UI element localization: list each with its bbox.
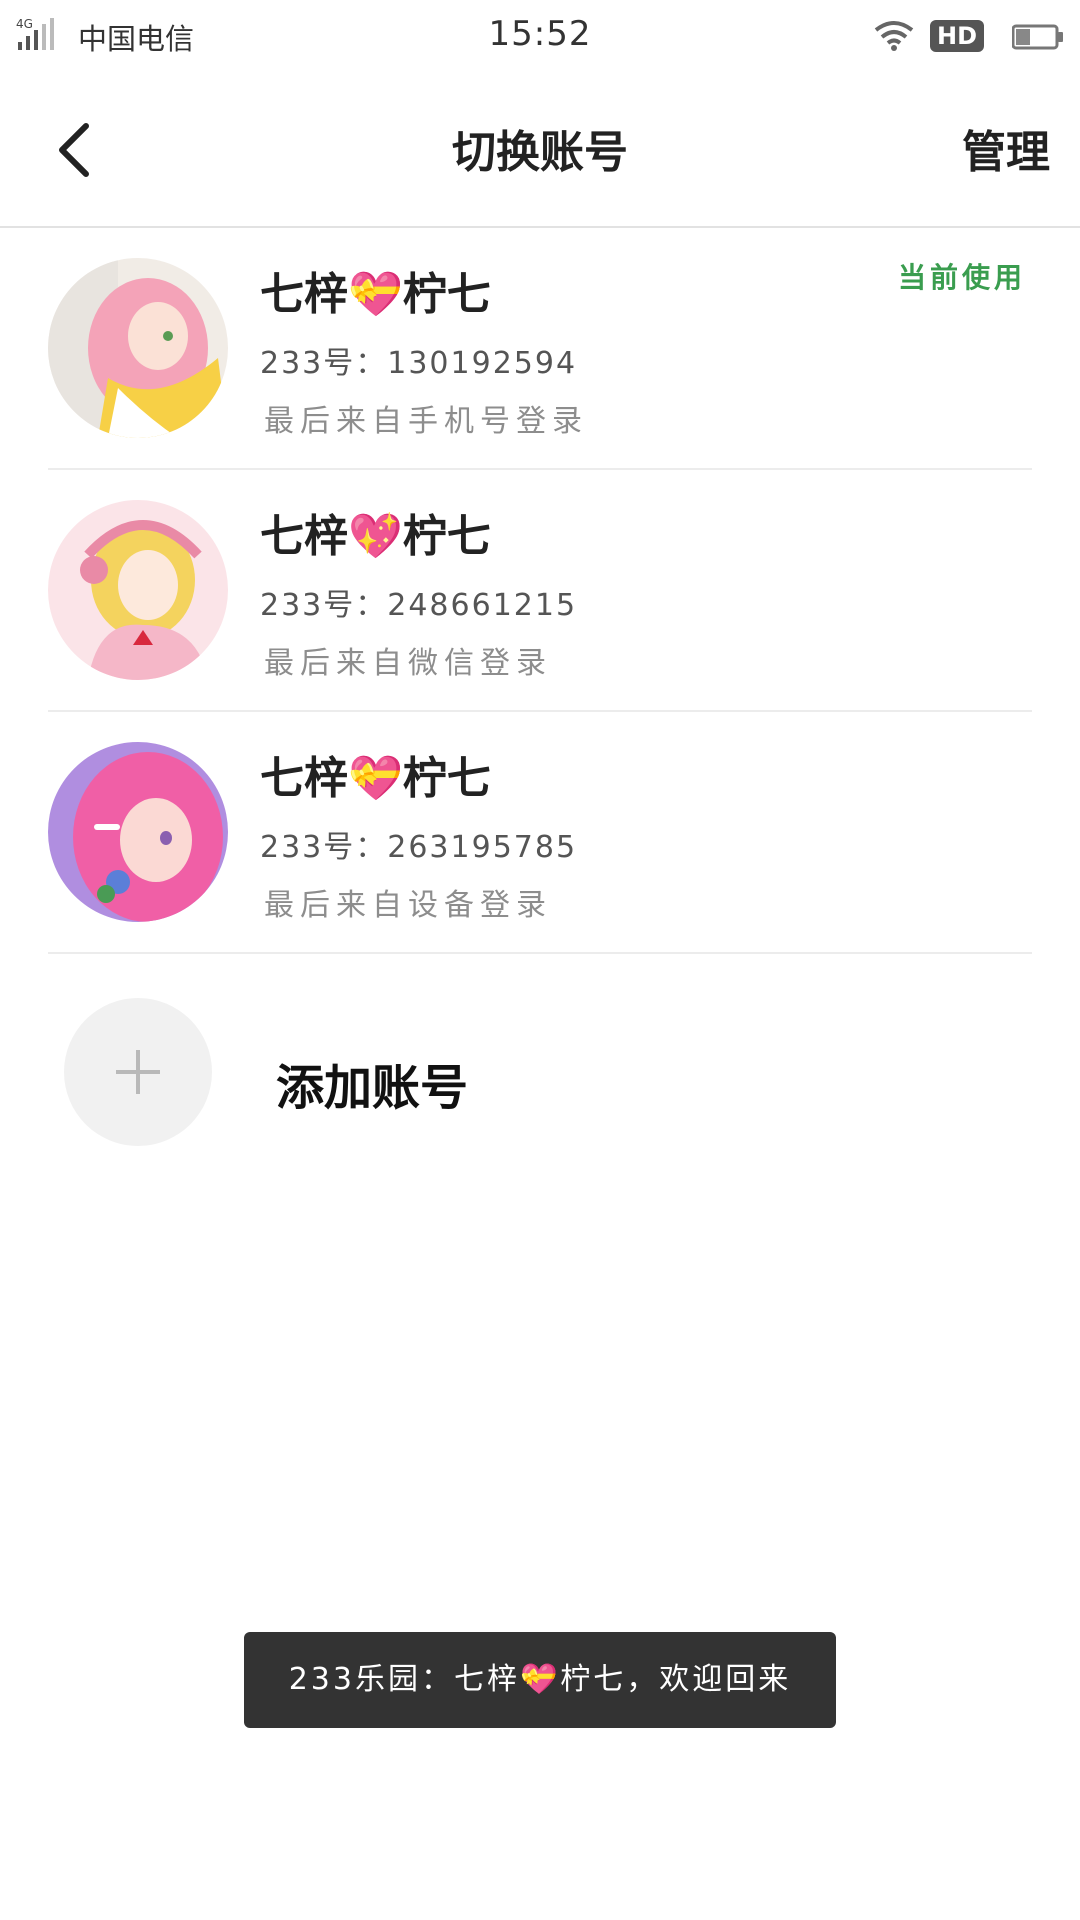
account-item-2[interactable]: 七梓💖柠七 233号：248661215 最后来自微信登录 bbox=[48, 470, 1032, 712]
account-name: 七梓💝柠七 bbox=[260, 269, 491, 320]
current-account-badge: 当前使用 bbox=[897, 261, 1026, 294]
page-title: 切换账号 bbox=[452, 127, 628, 178]
add-account-label[interactable]: 添加账号 bbox=[276, 1048, 468, 1118]
avatar-anime-girl-pink-hair bbox=[48, 258, 228, 438]
plus-icon bbox=[116, 1050, 160, 1094]
manage-button[interactable]: 管理 bbox=[962, 116, 1050, 180]
account-id: 233号：263195785 bbox=[260, 830, 578, 865]
avatar-anime-girl-headphones bbox=[48, 500, 228, 680]
account-name: 七梓💖柠七 bbox=[260, 511, 491, 562]
switch-account-screen: 4G 中国电信 15:52 HD 切换账号 管理 七梓💝柠七 233号：1301… bbox=[0, 0, 1080, 1920]
clock: 15:52 bbox=[488, 14, 592, 54]
hd-badge: HD bbox=[930, 20, 984, 52]
avatar bbox=[48, 742, 228, 922]
account-list: 七梓💝柠七 233号：130192594 最后来自手机号登录 当前使用 七梓💖柠… bbox=[0, 228, 1080, 954]
wifi-icon bbox=[874, 21, 914, 51]
status-bar: 4G 中国电信 15:52 HD bbox=[0, 0, 1080, 72]
avatar bbox=[48, 258, 228, 438]
add-account-button[interactable] bbox=[64, 998, 212, 1146]
avatar-anime-girl-purple-bg bbox=[48, 742, 228, 922]
account-name: 七梓💝柠七 bbox=[260, 753, 491, 804]
avatar bbox=[48, 500, 228, 680]
last-login-source: 最后来自微信登录 bbox=[264, 646, 552, 681]
battery-icon bbox=[1012, 24, 1063, 50]
last-login-source: 最后来自设备登录 bbox=[264, 888, 552, 923]
account-item-3[interactable]: 七梓💝柠七 233号：263195785 最后来自设备登录 bbox=[48, 712, 1032, 954]
account-id: 233号：248661215 bbox=[260, 588, 578, 623]
welcome-toast: 233乐园：七梓💝柠七，欢迎回来 bbox=[244, 1632, 836, 1728]
add-account-row[interactable]: 添加账号 bbox=[0, 998, 1080, 1148]
account-item-1[interactable]: 七梓💝柠七 233号：130192594 最后来自手机号登录 当前使用 bbox=[48, 228, 1032, 470]
account-id: 233号：130192594 bbox=[260, 346, 578, 381]
last-login-source: 最后来自手机号登录 bbox=[264, 404, 588, 439]
nav-header: 切换账号 管理 bbox=[0, 72, 1080, 228]
